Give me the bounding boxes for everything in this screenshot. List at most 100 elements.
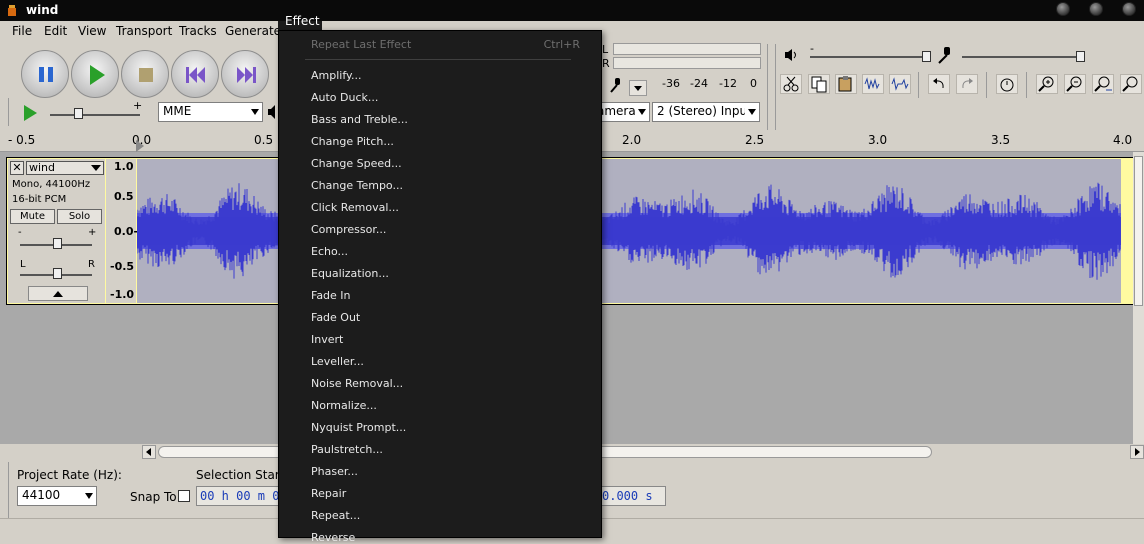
scale-label: 0.0- [114, 225, 139, 238]
menu-item-effect[interactable]: Noise Removal... [311, 377, 403, 390]
menu-item-effect[interactable]: Amplify... [311, 69, 361, 82]
vertical-scroll-thumb[interactable] [1134, 156, 1143, 306]
skip-end-button[interactable] [221, 50, 269, 98]
close-button[interactable] [1122, 2, 1136, 16]
toolbar-separator [8, 98, 9, 126]
menu-file[interactable]: File [12, 24, 32, 38]
maximize-button[interactable] [1089, 2, 1103, 16]
zoom-out-button[interactable] [1064, 74, 1086, 94]
menu-item-effect[interactable]: Bass and Treble... [311, 113, 408, 126]
menu-edit[interactable]: Edit [44, 24, 67, 38]
paste-button[interactable] [835, 74, 857, 94]
meter-tick: -36 [662, 77, 680, 90]
menu-item-effect[interactable]: Phaser... [311, 465, 358, 478]
scroll-left-button[interactable] [142, 445, 156, 459]
audio-host-select[interactable]: MME [158, 102, 263, 122]
menu-item-effect[interactable]: Invert [311, 333, 343, 346]
undo-button[interactable] [928, 74, 950, 94]
menu-item-effect[interactable]: Equalization... [311, 267, 389, 280]
copy-icon [811, 76, 827, 93]
redo-button[interactable] [956, 74, 978, 94]
menu-generate[interactable]: Generate [225, 24, 281, 38]
play-speed-slider-track[interactable] [50, 114, 140, 116]
menu-item-effect[interactable]: Paulstretch... [311, 443, 383, 456]
menu-tracks[interactable]: Tracks [179, 24, 217, 38]
menu-item-effect[interactable]: Change Pitch... [311, 135, 394, 148]
trim-audio-icon [864, 77, 880, 90]
selection-start-field[interactable]: 00 h 00 m 0 [196, 486, 282, 506]
play-speed-slider-thumb[interactable] [74, 108, 83, 119]
playback-meter-l[interactable] [613, 43, 761, 55]
scale-label: -0.5 [110, 260, 135, 273]
input-volume-thumb[interactable] [1076, 51, 1085, 62]
gain-slider-thumb[interactable] [53, 238, 62, 249]
skip-start-button[interactable] [171, 50, 219, 98]
fit-selection-button[interactable] [1092, 74, 1114, 94]
menu-item-effect[interactable]: Repeat... [311, 509, 360, 522]
zoom-in-button[interactable] [1036, 74, 1058, 94]
recording-device-select[interactable]: amera [594, 102, 650, 122]
menu-item-effect[interactable]: Normalize... [311, 399, 377, 412]
input-volume-track[interactable] [962, 56, 1082, 58]
selection-end-field[interactable]: 0.000 s [600, 486, 666, 506]
menu-item-effect[interactable]: Fade In [311, 289, 351, 302]
ruler-label: 4.0 [1113, 133, 1133, 147]
fit-project-button[interactable] [1120, 74, 1142, 94]
sync-lock-button[interactable] [996, 74, 1018, 94]
cut-button[interactable] [780, 74, 802, 94]
output-volume-thumb[interactable] [922, 51, 931, 62]
trim-button[interactable] [862, 74, 884, 94]
vertical-scrollbar[interactable] [1133, 152, 1144, 444]
menu-item-effect[interactable]: Leveller... [311, 355, 364, 368]
project-rate-select[interactable]: 44100 [17, 486, 97, 506]
snap-to-checkbox[interactable] [178, 490, 190, 502]
track-close-button[interactable]: ✕ [10, 161, 24, 175]
menu-transport[interactable]: Transport [116, 24, 172, 38]
collapse-track-button[interactable] [28, 286, 88, 301]
menu-item-effect[interactable]: Click Removal... [311, 201, 399, 214]
stop-button[interactable] [121, 50, 169, 98]
recording-channels-select[interactable]: 2 (Stereo) Input C [652, 102, 760, 122]
scroll-right-button[interactable] [1130, 445, 1144, 459]
recording-device-value: amera [597, 104, 636, 118]
playhead-marker-icon[interactable] [136, 140, 146, 152]
microphone-icon[interactable] [608, 76, 624, 94]
playback-meter-r[interactable] [613, 57, 761, 69]
audacity-app-icon [8, 5, 16, 16]
menu-item-effect[interactable]: Repair [311, 487, 346, 500]
menu-item-effect[interactable]: Auto Duck... [311, 91, 378, 104]
input-volume-icon [938, 47, 950, 64]
repeat-shortcut: Ctrl+R [543, 38, 580, 51]
project-rate-label: Project Rate (Hz): [17, 468, 122, 482]
chevron-down-icon [85, 493, 93, 499]
menu-item-effect[interactable]: Compressor... [311, 223, 386, 236]
menu-item-effect[interactable]: Fade Out [311, 311, 360, 324]
menu-item-effect[interactable]: Nyquist Prompt... [311, 421, 406, 434]
silence-button[interactable] [889, 74, 911, 94]
track-name: wind [29, 161, 56, 174]
toolbar-separator [918, 72, 919, 98]
toolbar-separator [767, 44, 768, 130]
track-format-line1: Mono, 44100Hz [12, 179, 91, 190]
menu-item-repeat-last-effect[interactable]: Repeat Last Effect [311, 38, 411, 51]
mute-button[interactable]: Mute [10, 209, 55, 224]
menu-item-effect[interactable]: Change Tempo... [311, 179, 403, 192]
track-name-menu[interactable]: wind [26, 161, 104, 175]
output-volume-track[interactable] [810, 56, 930, 58]
scissors-icon [783, 76, 799, 92]
menu-view[interactable]: View [78, 24, 106, 38]
play-button[interactable] [71, 50, 119, 98]
scale-label: 0.5 [114, 190, 134, 203]
volume-minus-mark: - [810, 42, 814, 55]
menu-item-effect[interactable]: Change Speed... [311, 157, 402, 170]
copy-button[interactable] [808, 74, 830, 94]
mic-dropdown-button[interactable] [629, 80, 647, 96]
pause-button[interactable] [21, 50, 69, 98]
solo-button[interactable]: Solo [57, 209, 102, 224]
play-at-speed-icon[interactable] [20, 103, 40, 123]
pan-slider-thumb[interactable] [53, 268, 62, 279]
minimize-button[interactable] [1056, 2, 1070, 16]
ruler-label: 3.0 [868, 133, 888, 147]
vertical-scale[interactable]: 1.0 0.5 0.0- -0.5 -1.0 [106, 159, 139, 303]
menu-item-effect[interactable]: Echo... [311, 245, 348, 258]
